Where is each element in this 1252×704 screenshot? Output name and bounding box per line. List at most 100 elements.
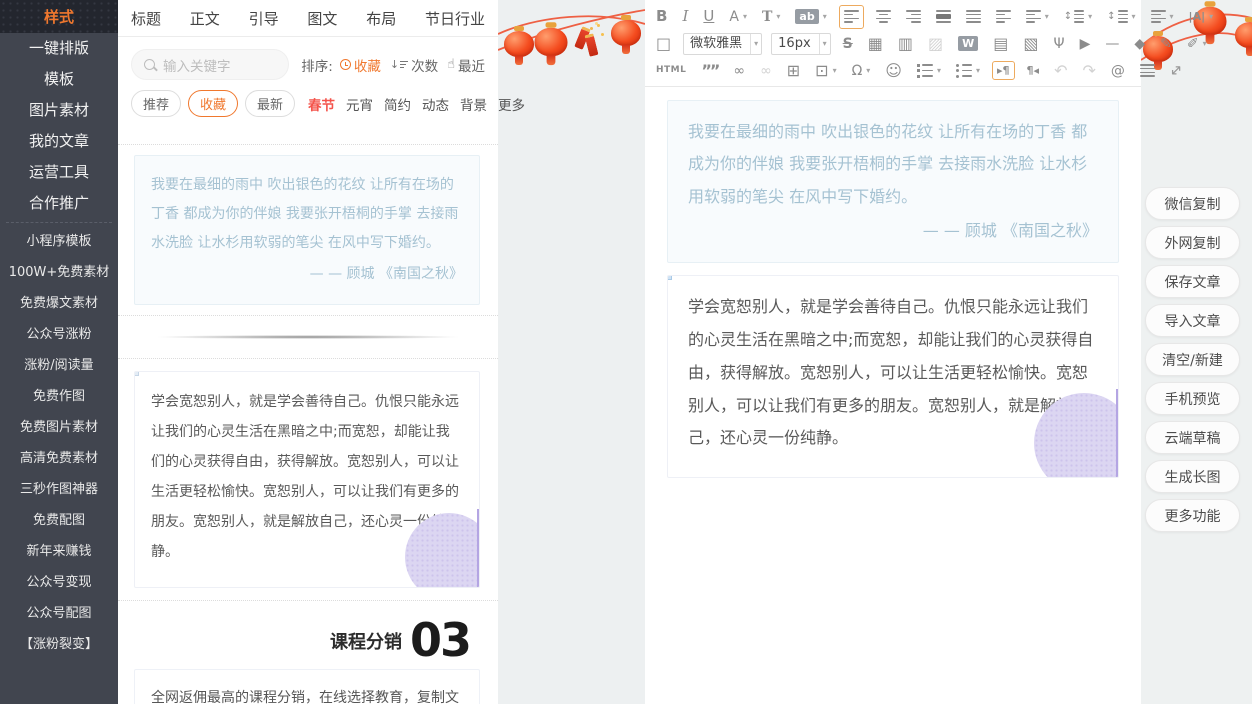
image-library-button[interactable]: ▧	[1020, 33, 1041, 55]
sidebar-item[interactable]: 涨粉/阅读量	[0, 350, 118, 381]
sidebar-item[interactable]: 免费爆文素材	[0, 288, 118, 319]
filter-link-春节[interactable]: 春节	[308, 94, 335, 114]
paragraph-spacing-button[interactable]: ↕▾	[1104, 6, 1138, 28]
sidebar-item[interactable]: 合作推广	[0, 188, 118, 219]
fullscreen-button[interactable]: ↔	[1167, 60, 1186, 81]
sort-option[interactable]: 收藏	[340, 55, 381, 75]
align-block-button[interactable]	[933, 6, 954, 28]
sidebar-item[interactable]: 免费图片素材	[0, 412, 118, 443]
strikethrough-button[interactable]: S	[840, 34, 856, 54]
unordered-list-button[interactable]: ▾	[953, 61, 983, 81]
insert-table-button[interactable]: ▦	[865, 33, 886, 55]
sidebar-item[interactable]: 一键排版	[0, 33, 118, 64]
insert-link-button[interactable]: ∞	[730, 61, 748, 81]
align-left-button[interactable]	[839, 5, 864, 29]
selection-handle[interactable]	[134, 371, 139, 376]
filter-link-背景[interactable]: 背景	[460, 94, 487, 114]
style-item-divider[interactable]	[118, 316, 498, 358]
highlight-button[interactable]: ab▾	[792, 6, 829, 27]
magic-wand-button[interactable]: ✐▾	[1184, 34, 1210, 54]
style-item-section-header[interactable]: 课程分销 03	[118, 621, 470, 660]
tab-引导[interactable]: 引导	[249, 8, 279, 29]
insert-card-button[interactable]: ⊡▾	[812, 60, 839, 82]
underline-button[interactable]: U	[700, 6, 717, 27]
sidebar-item-styles[interactable]: 样式	[0, 0, 118, 33]
filter-link-动态[interactable]: 动态	[422, 94, 449, 114]
tab-布局[interactable]: 布局	[366, 8, 396, 29]
bold-button[interactable]: B	[653, 6, 670, 27]
indent-right-button[interactable]	[993, 6, 1014, 28]
line-height-button[interactable]: ↕▾	[1061, 6, 1095, 28]
italic-button[interactable]: I	[679, 6, 691, 27]
font-color-button[interactable]: A▾	[726, 7, 750, 27]
emoji-button[interactable]: ☺	[882, 60, 905, 82]
align-justify-button[interactable]	[963, 6, 984, 28]
image-embed-button[interactable]: ▥	[895, 33, 916, 55]
paragraph-backward-button[interactable]: ¶◂	[1024, 62, 1043, 79]
insert-audio-button[interactable]: Ψ	[1051, 34, 1068, 54]
selection-handle[interactable]	[667, 275, 672, 280]
annotation-button[interactable]: ◆	[1131, 34, 1148, 54]
ordered-list-button[interactable]: ▾	[914, 61, 944, 81]
filter-chip-收藏[interactable]: 收藏	[188, 90, 238, 117]
html-source-button[interactable]: HTML	[653, 63, 689, 78]
action-button-外网复制[interactable]: 外网复制	[1145, 226, 1240, 259]
style-item-poem-card[interactable]: 我要在最细的雨中 吹出银色的花纹 让所有在场的丁香 都成为你的伴娘 我要张开梧桐…	[134, 155, 480, 305]
tab-标题[interactable]: 标题	[131, 8, 161, 29]
filter-link-更多[interactable]: 更多	[498, 94, 525, 114]
sort-option[interactable]: ☝最近	[447, 55, 485, 75]
filter-chip-推荐[interactable]: 推荐	[131, 90, 181, 117]
mention-button[interactable]: @	[1108, 61, 1128, 81]
search-input[interactable]: 输入关键字	[131, 49, 289, 80]
indent-button[interactable]: ▾	[1023, 6, 1052, 28]
filter-chip-最新[interactable]: 最新	[245, 90, 295, 117]
blockquote-button[interactable]: ””	[698, 60, 721, 82]
insert-image-button[interactable]: ▤	[990, 33, 1011, 55]
editor-poem-block[interactable]: 我要在最细的雨中 吹出银色的花纹 让所有在场的丁香 都成为你的伴娘 我要张开梧桐…	[667, 100, 1119, 263]
sidebar-item[interactable]: 【涨粉裂变】	[0, 629, 118, 660]
style-item-promo-card[interactable]: 全网返佣最高的课程分销，在线选择教育，复制文案/专属海报即可推广，简单操作超高	[134, 669, 480, 704]
image-upload-button[interactable]: ▨	[925, 33, 946, 55]
filter-link-元宵[interactable]: 元宵	[346, 94, 373, 114]
text-style-button[interactable]: T▾	[759, 7, 783, 27]
horizontal-rule-button[interactable]: —	[1102, 34, 1122, 54]
action-button-云端草稿[interactable]: 云端草稿	[1145, 421, 1240, 454]
sidebar-item[interactable]: 新年来赚钱	[0, 536, 118, 567]
insert-video-button[interactable]: ▶	[1077, 34, 1094, 54]
sidebar-item[interactable]: 公众号涨粉	[0, 319, 118, 350]
format-brush-button[interactable]: ✎	[1157, 34, 1175, 54]
action-button-导入文章[interactable]: 导入文章	[1145, 304, 1240, 337]
sidebar-item[interactable]: 免费配图	[0, 505, 118, 536]
sidebar-item[interactable]: 100W+免费素材	[0, 257, 118, 288]
sidebar-item[interactable]: 运营工具	[0, 157, 118, 188]
new-doc-button[interactable]: □	[653, 33, 674, 55]
editor-paragraph-block[interactable]: 学会宽恕别人，就是学会善待自己。仇恨只能永远让我们的心灵生活在黑暗之中;而宽恕，…	[667, 275, 1119, 478]
sidebar-item[interactable]: 小程序模板	[0, 226, 118, 257]
editor-content-area[interactable]: 我要在最细的雨中 吹出银色的花纹 让所有在场的丁香 都成为你的伴娘 我要张开梧桐…	[645, 86, 1141, 704]
word-import-button[interactable]: W	[955, 33, 981, 54]
font-size-select[interactable]: 16px▾	[771, 33, 831, 55]
sidebar-item[interactable]: 高清免费素材	[0, 443, 118, 474]
paragraph-forward-button[interactable]: ▸¶	[992, 61, 1015, 80]
action-button-手机预览[interactable]: 手机预览	[1145, 382, 1240, 415]
sidebar-item[interactable]: 公众号变现	[0, 567, 118, 598]
action-button-清空/新建[interactable]: 清空/新建	[1145, 343, 1240, 376]
remove-link-button[interactable]: ∞	[757, 61, 775, 81]
sidebar-item[interactable]: 图片素材	[0, 95, 118, 126]
action-button-生成长图[interactable]: 生成长图	[1145, 460, 1240, 493]
style-item-paragraph-card[interactable]: 学会宽恕别人，就是学会善待自己。仇恨只能永远让我们的心灵生活在黑暗之中;而宽恕，…	[134, 371, 480, 589]
font-family-select[interactable]: 微软雅黑▾	[683, 33, 762, 55]
sidebar-item[interactable]: 三秒作图神器	[0, 474, 118, 505]
special-char-button[interactable]: Ω▾	[849, 61, 874, 81]
action-button-保存文章[interactable]: 保存文章	[1145, 265, 1240, 298]
redo-button[interactable]: ↷	[1079, 60, 1098, 82]
undo-button[interactable]: ↶	[1051, 60, 1070, 82]
align-right-button[interactable]	[903, 6, 924, 28]
align-center-button[interactable]	[873, 6, 894, 28]
tab-节日行业[interactable]: 节日行业	[425, 8, 485, 29]
tab-正文[interactable]: 正文	[190, 8, 220, 29]
text-block-button[interactable]: ⊞	[784, 60, 803, 82]
action-button-更多功能[interactable]: 更多功能	[1145, 499, 1240, 532]
text-direction-button[interactable]: |A|▾	[1186, 8, 1217, 25]
sort-option[interactable]: ↓次数	[390, 55, 438, 75]
